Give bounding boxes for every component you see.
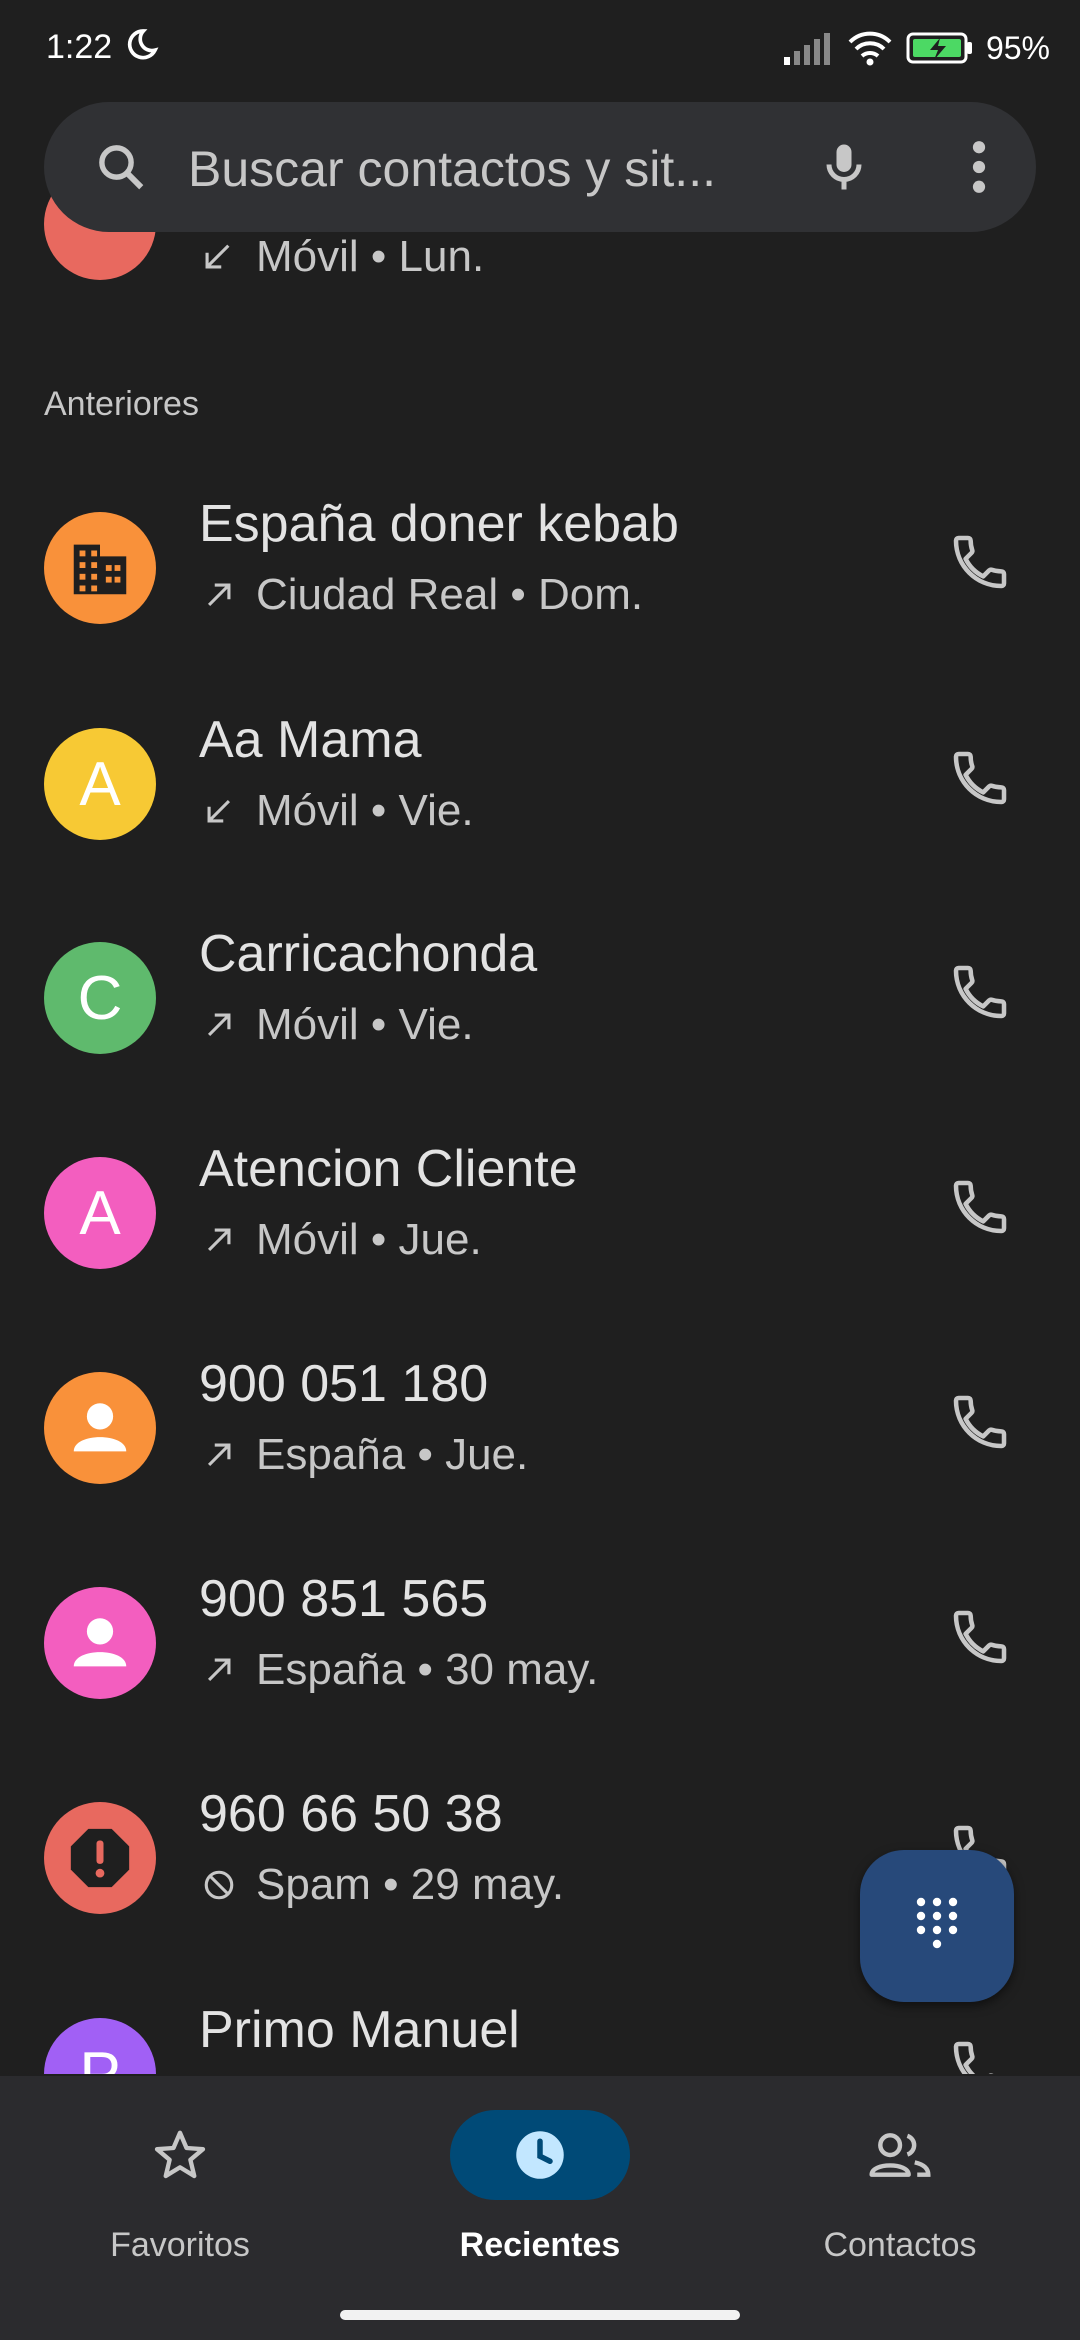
avatar[interactable] (44, 1587, 156, 1699)
search-icon (99, 145, 144, 190)
avatar[interactable]: C (44, 942, 156, 1054)
star-icon (154, 2130, 206, 2179)
avatar-letter: C (77, 963, 123, 1033)
person-icon (73, 1618, 127, 1667)
search-input[interactable]: Buscar contactos y sit... (188, 140, 716, 198)
search-bar[interactable]: Buscar contactos y sit... (44, 102, 1036, 232)
avatar-letter: A (79, 749, 121, 819)
outgoing-call-icon (207, 1228, 231, 1252)
status-time: 1:22 (46, 28, 113, 66)
call-subtitle: Móvil • Vie. (202, 1000, 474, 1050)
nav-contactos[interactable]: Contactos (720, 2076, 1080, 2296)
call-row[interactable]: 900 851 565 España • 30 may. (0, 1549, 1080, 1749)
avatar-letter: A (79, 1178, 121, 1248)
spam-icon (70, 1828, 130, 1888)
nav-favoritos[interactable]: Favoritos (0, 2076, 360, 2296)
people-icon (869, 2133, 931, 2177)
call-subtitle: Spam • 29 may. (202, 1860, 564, 1910)
outgoing-call-icon (207, 1443, 231, 1467)
contact-name: 900 851 565 (199, 1570, 489, 1628)
contact-name: 900 051 180 (199, 1355, 489, 1413)
signal-icon (783, 33, 830, 65)
call-button[interactable] (948, 530, 1012, 594)
moon-icon (127, 29, 159, 60)
call-subtitle: Ciudad Real • Dom. (202, 570, 643, 620)
call-row[interactable]: A Atencion Cliente Móvil • Jue. (0, 1119, 1080, 1319)
avatar[interactable]: P (44, 2018, 156, 2074)
avatar[interactable] (44, 1802, 156, 1914)
call-button[interactable] (948, 746, 1012, 810)
wifi-icon (848, 31, 892, 66)
call-row[interactable]: España doner kebab Ciudad Real • Dom. (0, 474, 1080, 674)
battery-icon (906, 32, 972, 64)
blocked-icon (204, 1870, 234, 1900)
clock-icon (516, 2131, 564, 2179)
call-row[interactable]: A Aa Mama Móvil • Vie. (0, 690, 1080, 890)
avatar[interactable] (44, 512, 156, 624)
section-header: Anteriores (44, 385, 199, 423)
call-button[interactable] (948, 2036, 1012, 2074)
contact-name: Carricachonda (199, 925, 538, 983)
nav-label: Recientes (459, 2226, 621, 2264)
bottom-navigation: Favoritos Recientes Contactos (0, 2076, 1080, 2340)
contact-name: Aa Mama (199, 711, 422, 769)
dialpad-button[interactable] (860, 1850, 1014, 2002)
call-button[interactable] (948, 1605, 1012, 1669)
call-row[interactable]: 900 051 180 España • Jue. (0, 1334, 1080, 1534)
avatar[interactable]: A (44, 1157, 156, 1269)
incoming-call-icon (207, 799, 231, 823)
person-icon (73, 1403, 127, 1452)
contact-name: Atencion Cliente (199, 1140, 578, 1198)
business-icon (73, 544, 127, 595)
contact-name: 960 66 50 38 (199, 1785, 503, 1843)
nav-label: Contactos (823, 2226, 977, 2264)
outgoing-call-icon (207, 1013, 231, 1037)
contact-name: Primo Manuel (199, 2001, 520, 2059)
call-button[interactable] (948, 960, 1012, 1024)
nav-label: Favoritos (110, 2226, 250, 2264)
more-options-icon[interactable] (964, 140, 994, 194)
call-row[interactable]: C Carricachonda Móvil • Vie. (0, 904, 1080, 1104)
call-button[interactable] (948, 1390, 1012, 1454)
call-subtitle: Móvil • Lun. (200, 232, 484, 282)
call-subtitle: Móvil • Jue. (202, 1215, 482, 1265)
battery-percentage: 95% (985, 29, 1050, 66)
outgoing-call-icon (207, 1658, 231, 1682)
call-button[interactable] (948, 1175, 1012, 1239)
nav-recientes[interactable]: Recientes (360, 2076, 720, 2296)
call-subtitle: España • Jue. (202, 1430, 528, 1480)
call-subtitle: Móvil • Vie. (202, 786, 474, 836)
avatar[interactable]: A (44, 728, 156, 840)
call-subtitle: España • 30 may. (202, 1645, 598, 1695)
outgoing-call-icon (207, 583, 231, 607)
avatar-letter: P (79, 2039, 121, 2075)
mic-icon[interactable] (814, 136, 874, 198)
contact-name: España doner kebab (199, 495, 679, 553)
home-indicator (340, 2310, 740, 2320)
status-bar: 1:22 95% (0, 0, 1080, 100)
dialpad-icon (916, 1897, 958, 1949)
avatar[interactable] (44, 1372, 156, 1484)
incoming-call-icon (205, 244, 230, 269)
